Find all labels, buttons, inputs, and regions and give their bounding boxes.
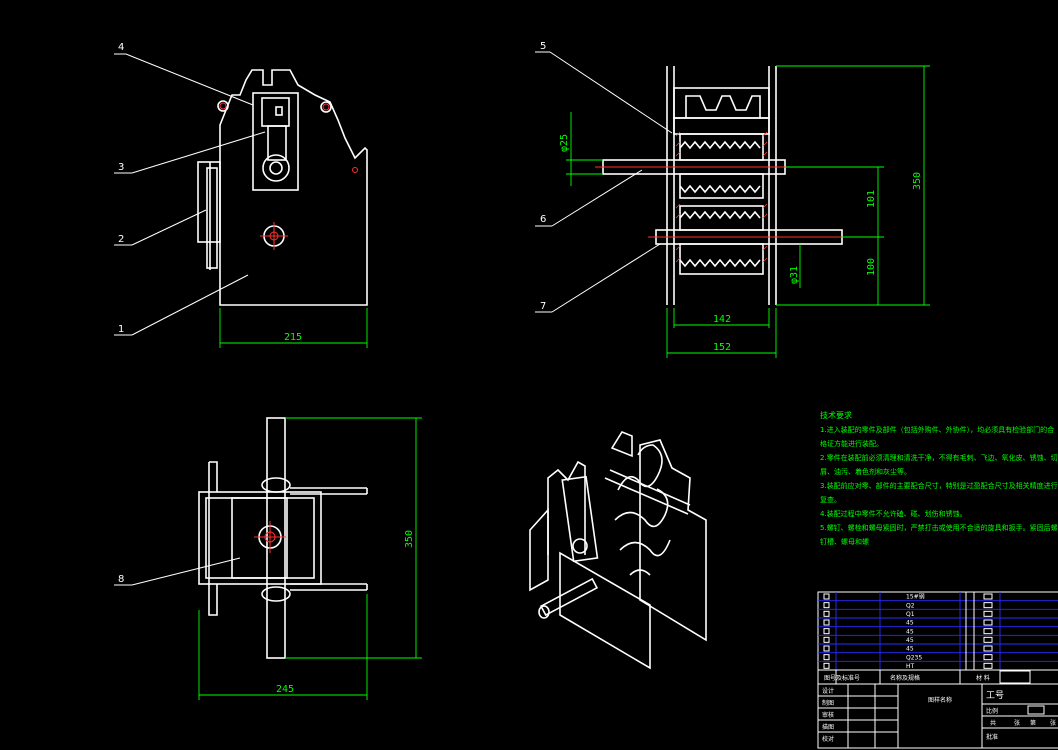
part-label-5: 5 [540,41,546,52]
dim-lower-shaft-dia: φ31 [789,266,800,284]
bom-row-index-box [823,602,830,609]
bom-row-index-box [823,654,830,661]
note-line-4: 屑、油污、着色剂和灰尘等。 [820,467,911,476]
bom-row-qty-box [983,602,993,609]
tb-sign-review: 审核 [822,711,834,719]
part-label-8: 8 [118,574,124,585]
tb-sign-draw: 制图 [822,699,834,707]
tb-sign-trace: 描图 [822,723,834,731]
note-line-2: 格证方能进行装配。 [820,439,883,448]
bom-row-qty-box [983,662,993,669]
title-block: 15#钢Q2Q145454545Q235HT 图号及标准号 名称及规格 材 料 … [817,591,1058,749]
note-line-1: 1.进入装配的零件及部件（包括外购件、外协件），均必须具有检验部门的合 [820,425,1054,434]
tb-sheet-unit-1: 张 [1014,719,1020,727]
bom-row-qty-box [983,636,993,643]
note-line-9: 钉槽、螺母和螺 [820,537,869,546]
tb-drawing-name: 图样名称 [928,696,952,704]
bom-row-index-box [823,662,830,669]
top-view: 350 245 [198,417,422,700]
bom-row-material: Q2 [906,602,915,609]
bom-row-qty-box [983,619,993,626]
dim-top-view-height: 350 [404,530,415,548]
bom-row-qty-box [983,610,993,617]
tb-header-mid: 名称及规格 [890,674,920,682]
part-label-7: 7 [540,301,546,312]
part-label-6: 6 [540,214,546,225]
bom-row-material: 15#钢 [906,593,925,601]
part-label-4: 4 [118,42,124,53]
bom-row-qty-box [983,654,993,661]
dim-front-width: 215 [284,332,302,343]
bom-row-material: 45 [906,620,914,627]
bom-row-index-box [823,645,830,652]
dim-section-height: 350 [912,172,923,190]
dim-upper-spacing: 101 [866,190,877,208]
note-line-8: 5.螺钉、螺栓和螺母紧固时，严禁打击或使用不合适的旋具和扳手。紧固后螺 [820,523,1058,532]
tb-sheet-unit-2: 张 [1050,719,1056,727]
part-label-1: 1 [118,324,124,335]
note-line-3: 2.零件在装配前必须清理和清洗干净，不得有毛刺、飞边、氧化皮、锈蚀、切 [820,453,1058,462]
part-label-2: 2 [118,234,124,245]
bom-row-qty-box [983,593,993,600]
bom-row-index-box [823,628,830,635]
bom-row-material: 45 [906,628,914,635]
bom-row-material: 45 [906,637,914,644]
tb-sheet-total: 共 [990,719,996,727]
bom-row-material: HT [906,663,915,670]
bom-row-index-box [823,610,830,617]
bom-row-material: Q1 [906,611,915,618]
bom-row-index-box [823,593,830,600]
tb-scale-label: 比例 [986,707,998,715]
tb-approve: 批准 [986,733,998,741]
dim-lower-spacing: 100 [866,258,877,276]
part-label-3: 3 [118,162,124,173]
front-leaders: 4 3 2 1 [114,42,266,336]
bom-row-qty-box [983,628,993,635]
section-view: 350 101 100 142 152 φ25 φ31 [559,65,930,358]
tb-header-material: 材 料 [976,674,990,682]
tb-sheet-no: 第 [1030,719,1036,727]
note-line-7: 4.装配过程中零件不允许磕、碰、划伤和锈蚀。 [820,509,967,518]
section-leaders: 5 6 7 [535,41,673,313]
bom-row-qty-box [983,645,993,652]
tb-header-left: 图号及标准号 [824,674,860,682]
technical-notes: 技术要求 1.进入装配的零件及部件（包括外购件、外协件），均必须具有检验部门的合… [820,410,1058,546]
notes-title: 技术要求 [820,410,852,420]
tb-sign-design: 设计 [822,687,834,695]
note-line-5: 3.装配前应对零、部件的主要配合尺寸，特别是过盈配合尺寸及相关精度进行 [820,481,1058,490]
cad-drawing-canvas: 215 4 3 2 1 350 101 100 142 152 φ25 φ31 … [114,41,1058,749]
dim-section-inner-width: 142 [713,314,731,325]
tb-project-no: 工号 [986,690,1004,701]
front-view: 215 [197,69,368,348]
dim-section-outer-width: 152 [713,342,731,353]
isometric-view [529,431,707,670]
bom-row-index-box [823,619,830,626]
note-line-6: 复查。 [820,495,841,504]
tb-sign-check: 校对 [822,735,834,743]
bom-row-material: 45 [906,646,914,653]
dim-top-view-width: 245 [276,684,294,695]
dim-upper-shaft-dia: φ25 [559,134,570,152]
top-view-leaders: 8 [114,557,241,586]
bom-row-material: Q235 [906,654,922,661]
bom-row-index-box [823,636,830,643]
